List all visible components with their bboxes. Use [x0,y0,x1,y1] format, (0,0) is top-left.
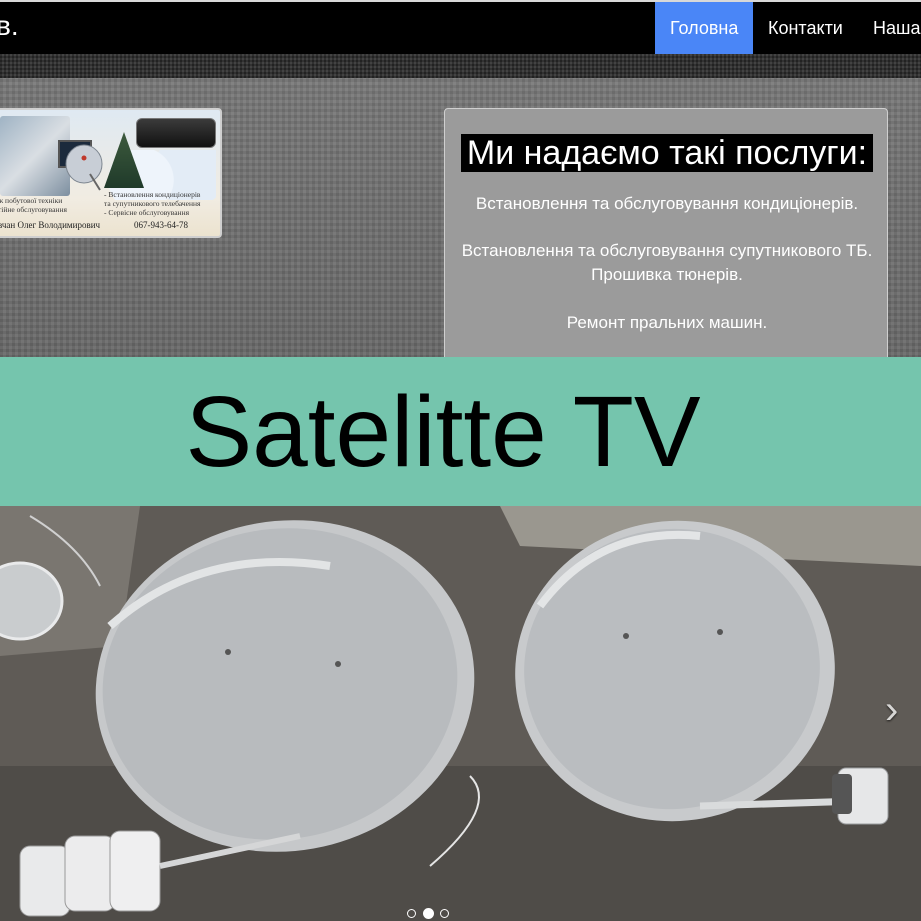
service-item: Встановлення та обслуговування супутнико… [461,241,873,284]
card-services-left: ж побутової техніки тійне обслуговування [0,196,98,214]
satellite-dish-icon [65,144,103,191]
top-navbar: в. Головна Контакти Наша [0,0,921,54]
card-text-line: тійне обслуговування [0,205,67,214]
services-title: Ми надаємо такі послуги: [451,134,883,172]
nav-item-home[interactable]: Головна [655,2,753,54]
card-owner-name: вчан Олег Володимирович [0,220,101,230]
carousel-indicator-3[interactable] [440,909,449,918]
air-conditioner-graphic [136,118,216,148]
card-services-right: - Встановлення кондиціонерів та супутник… [104,190,219,217]
services-panel: Ми надаємо такі послуги: Встановлення та… [444,108,888,368]
carousel-indicator-1[interactable] [407,909,416,918]
carousel-next-button[interactable]: › [885,688,898,733]
card-text-line: ж побутової техніки [0,196,63,205]
satellite-dishes-photo [0,506,921,921]
chevron-right-icon: › [885,688,899,732]
nav-item-our[interactable]: Наша [858,2,921,54]
business-card-image: ж побутової техніки тійне обслуговування… [0,108,222,238]
card-text-line: - Встановлення кондиціонерів [104,190,201,199]
nav-item-contacts[interactable]: Контакти [753,2,858,54]
satellite-tv-banner: Satelitte TV [0,357,921,506]
site-brand[interactable]: в. [0,10,19,42]
carousel-indicator-2[interactable] [423,908,434,919]
service-item: Встановлення та обслуговування кондиціон… [475,194,859,213]
service-item: Ремонт пральних машин. [566,313,768,332]
card-text-line: - Сервісне обслуговування [104,208,190,217]
banner-title: Satelitte TV [185,376,701,488]
card-phone: 067-943-64-78 [134,220,188,230]
navbar-texture-band [0,54,921,78]
carousel-slide-photo [0,506,921,921]
services-title-text: Ми надаємо такі послуги: [460,134,874,172]
card-text-line: та супутникового телебачення [104,199,201,208]
